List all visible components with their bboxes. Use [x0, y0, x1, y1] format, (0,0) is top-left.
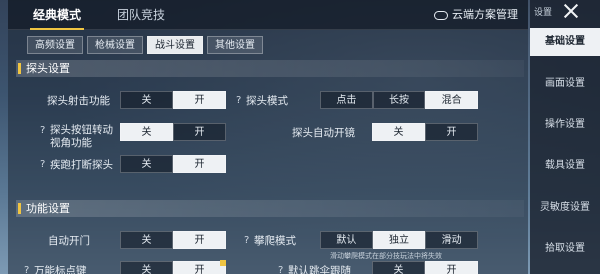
section-probe-header: 探头设置	[16, 60, 524, 77]
option-slide[interactable]: 滑动	[425, 231, 479, 249]
option-off[interactable]: 关	[120, 231, 173, 249]
help-icon[interactable]: ?	[40, 125, 45, 136]
label-auto-door: 自动开门	[48, 235, 90, 247]
option-on[interactable]: 开	[425, 123, 478, 141]
option-on[interactable]: 开	[425, 261, 478, 274]
probe-mode-select: 点击 长按 混合	[320, 91, 479, 109]
rail-title: 设置	[534, 8, 553, 18]
help-icon[interactable]: ?	[40, 159, 45, 170]
section-title: 探头设置	[26, 62, 70, 75]
rail-item-vehicle[interactable]: 载具设置	[530, 152, 600, 180]
option-off[interactable]: 关	[120, 123, 173, 141]
label-probe-mode: 探头模式	[246, 95, 288, 107]
probe-turn-toggle: 关 开	[120, 123, 226, 141]
option-on[interactable]: 开	[173, 91, 226, 109]
option-independent[interactable]: 独立	[372, 231, 426, 249]
option-off[interactable]: 关	[120, 91, 173, 109]
option-off[interactable]: 关	[120, 261, 173, 274]
probe-fire-toggle: 关 开	[120, 91, 226, 109]
section-function-header: 功能设置	[16, 200, 524, 217]
tab-team-deathmatch[interactable]: 团队竞技	[104, 0, 178, 30]
default-follow-toggle: 关 开	[372, 261, 478, 274]
option-off[interactable]: 关	[372, 261, 425, 274]
option-on[interactable]: 开	[173, 123, 226, 141]
label-line: 探头按钮转动	[50, 124, 113, 136]
tab-combat-settings[interactable]: 战斗设置	[147, 36, 203, 54]
help-icon[interactable]: ?	[244, 235, 249, 246]
rail-item-sensitivity[interactable]: 灵敏度设置	[530, 194, 600, 222]
tab-classic-mode[interactable]: 经典模式	[20, 0, 94, 30]
probe-scope-toggle: 关 开	[372, 123, 478, 141]
sub-tab-bar: 高频设置 枪械设置 战斗设置 其他设置	[27, 36, 263, 54]
label-climb-mode: 攀爬模式	[254, 235, 296, 247]
option-hold[interactable]: 长按	[372, 91, 426, 109]
section-title: 功能设置	[26, 202, 70, 215]
sprint-break-toggle: 关 开	[120, 155, 226, 173]
rail-item-pickup[interactable]: 拾取设置	[530, 235, 600, 263]
cloud-label: 云端方案管理	[452, 8, 518, 21]
tab-other-settings[interactable]: 其他设置	[207, 36, 263, 54]
tab-frequent-settings[interactable]: 高频设置	[27, 36, 83, 54]
help-icon[interactable]: ?	[278, 265, 283, 274]
label-probe-scope: 探头自动开镜	[292, 127, 355, 139]
label-universal-mark: 万能标点键	[34, 265, 87, 274]
help-icon[interactable]: ?	[24, 265, 29, 274]
rail-item-controls[interactable]: 操作设置	[530, 111, 600, 139]
option-default[interactable]: 默认	[320, 231, 373, 249]
option-off[interactable]: 关	[120, 155, 173, 173]
cloud-icon	[434, 10, 448, 20]
close-icon[interactable]	[560, 2, 582, 20]
option-click[interactable]: 点击	[320, 91, 373, 109]
option-on[interactable]: 开	[173, 231, 226, 249]
label-probe-fire: 探头射击功能	[47, 95, 110, 107]
cloud-scheme-button[interactable]: 云端方案管理	[434, 0, 518, 30]
rail-item-graphics[interactable]: 画面设置	[530, 70, 600, 98]
universal-mark-toggle: 关 开	[120, 261, 226, 274]
option-mixed[interactable]: 混合	[425, 91, 479, 109]
option-off[interactable]: 关	[372, 123, 425, 141]
label-default-follow: 默认跳伞跟随	[288, 265, 351, 274]
tab-weapon-settings[interactable]: 枪械设置	[87, 36, 143, 54]
climb-mode-hint: 滑动攀爬模式在部分技玩法中将失效	[330, 252, 442, 260]
auto-door-toggle: 关 开	[120, 231, 226, 249]
label-sprint-break: 疾跑打断探头	[50, 159, 113, 171]
climb-mode-select: 默认 独立 滑动	[320, 231, 479, 249]
help-icon[interactable]: ?	[236, 95, 241, 106]
option-on[interactable]: 开	[173, 155, 226, 173]
rail-item-basic[interactable]: 基础设置	[530, 28, 600, 56]
label-line: 视角功能	[50, 137, 92, 149]
option-on[interactable]: 开	[173, 261, 226, 274]
new-badge-icon	[220, 260, 226, 266]
label-probe-turn: 探头按钮转动 视角功能	[50, 124, 120, 150]
